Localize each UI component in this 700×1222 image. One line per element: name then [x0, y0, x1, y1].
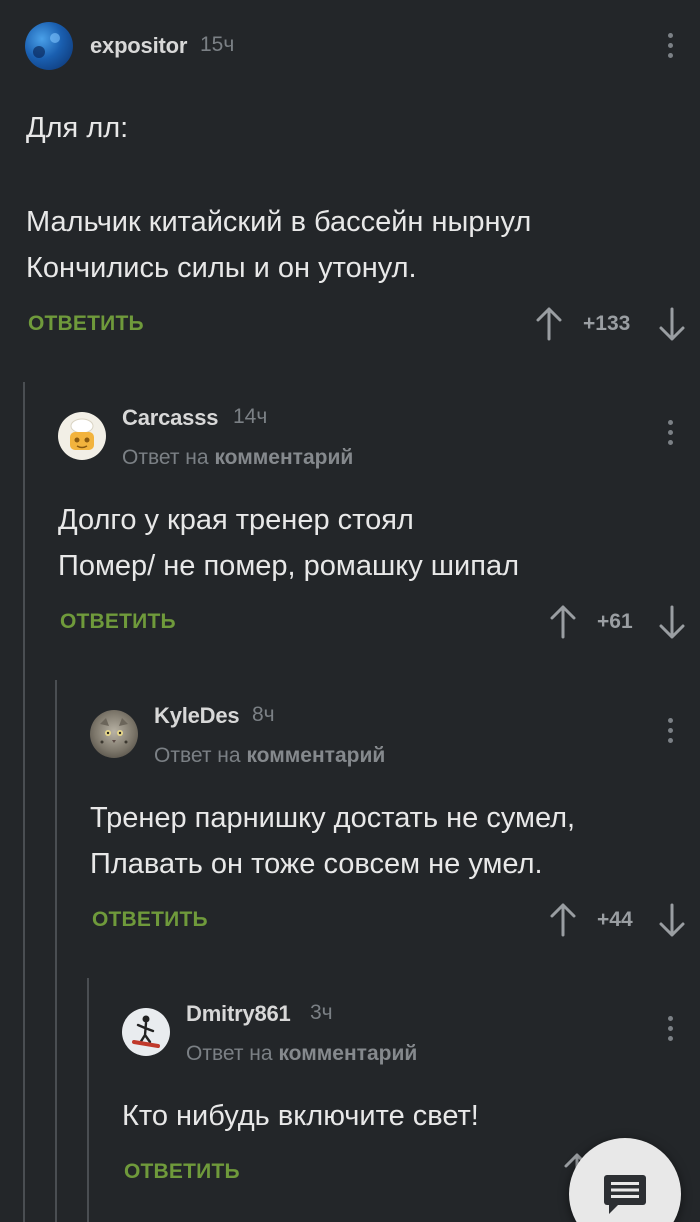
thread-line-level-3: [87, 978, 89, 1222]
comments-fab-button[interactable]: [569, 1138, 681, 1222]
reply-to-prefix: Ответ на: [186, 1042, 273, 1065]
rating-value: +44: [597, 908, 633, 931]
reply-to[interactable]: Ответ на комментарий: [186, 1042, 417, 1066]
vote-control: +44: [549, 902, 690, 938]
avatar[interactable]: [25, 22, 73, 70]
timestamp: 15ч: [200, 33, 235, 56]
reply-to-prefix: Ответ на: [122, 446, 209, 469]
more-vertical-icon[interactable]: [665, 33, 675, 63]
arrow-down-icon[interactable]: [658, 306, 686, 342]
more-vertical-icon[interactable]: [665, 1016, 675, 1046]
comment-line: Плавать он тоже совсем не умел.: [90, 848, 543, 880]
avatar[interactable]: [90, 710, 138, 758]
comment-line: Кто нибудь включите свет!: [122, 1100, 479, 1132]
arrow-down-icon[interactable]: [658, 902, 686, 938]
arrow-up-icon[interactable]: [549, 604, 577, 640]
username[interactable]: Carcasss: [122, 405, 218, 431]
comment-line: Тренер парнишку достать не сумел,: [90, 802, 576, 834]
vote-control: +133: [535, 306, 690, 342]
reply-to-target[interactable]: комментарий: [278, 1042, 417, 1065]
reply-button[interactable]: ОТВЕТИТЬ: [92, 908, 208, 932]
arrow-up-icon[interactable]: [549, 902, 577, 938]
timestamp: 3ч: [310, 1001, 333, 1024]
comment-line: Кончились силы и он утонул.: [26, 252, 417, 284]
reply-to-target[interactable]: комментарий: [214, 446, 353, 469]
reply-to-prefix: Ответ на: [154, 744, 241, 767]
reply-button[interactable]: ОТВЕТИТЬ: [28, 312, 144, 336]
reply-button[interactable]: ОТВЕТИТЬ: [124, 1160, 240, 1184]
comment-line: Долго у края тренер стоял: [58, 504, 414, 536]
avatar[interactable]: [122, 1008, 170, 1056]
reply-to[interactable]: Ответ на комментарий: [154, 744, 385, 768]
avatar[interactable]: [58, 412, 106, 460]
username[interactable]: expositor: [90, 33, 187, 59]
comments-icon: [604, 1175, 646, 1214]
thread-line-level-1: [23, 382, 25, 1222]
rating-value: +133: [583, 312, 631, 335]
reply-to[interactable]: Ответ на комментарий: [122, 446, 353, 470]
arrow-down-icon[interactable]: [658, 604, 686, 640]
timestamp: 8ч: [252, 703, 275, 726]
vote-control: +61: [549, 604, 690, 640]
reply-to-target[interactable]: комментарий: [246, 744, 385, 767]
thread-line-level-2: [55, 680, 57, 1222]
reply-button[interactable]: ОТВЕТИТЬ: [60, 610, 176, 634]
rating-value: +61: [597, 610, 633, 633]
arrow-up-icon[interactable]: [535, 306, 563, 342]
timestamp: 14ч: [233, 405, 268, 428]
more-vertical-icon[interactable]: [665, 718, 675, 748]
comment-line: Для лл:: [26, 112, 129, 144]
more-vertical-icon[interactable]: [665, 420, 675, 450]
username[interactable]: Dmitry861: [186, 1001, 291, 1027]
comment-line: Помер/ не помер, ромашку шипал: [58, 550, 519, 582]
comment-line: Мальчик китайский в бассейн нырнул: [26, 206, 532, 238]
username[interactable]: KyleDes: [154, 703, 240, 729]
